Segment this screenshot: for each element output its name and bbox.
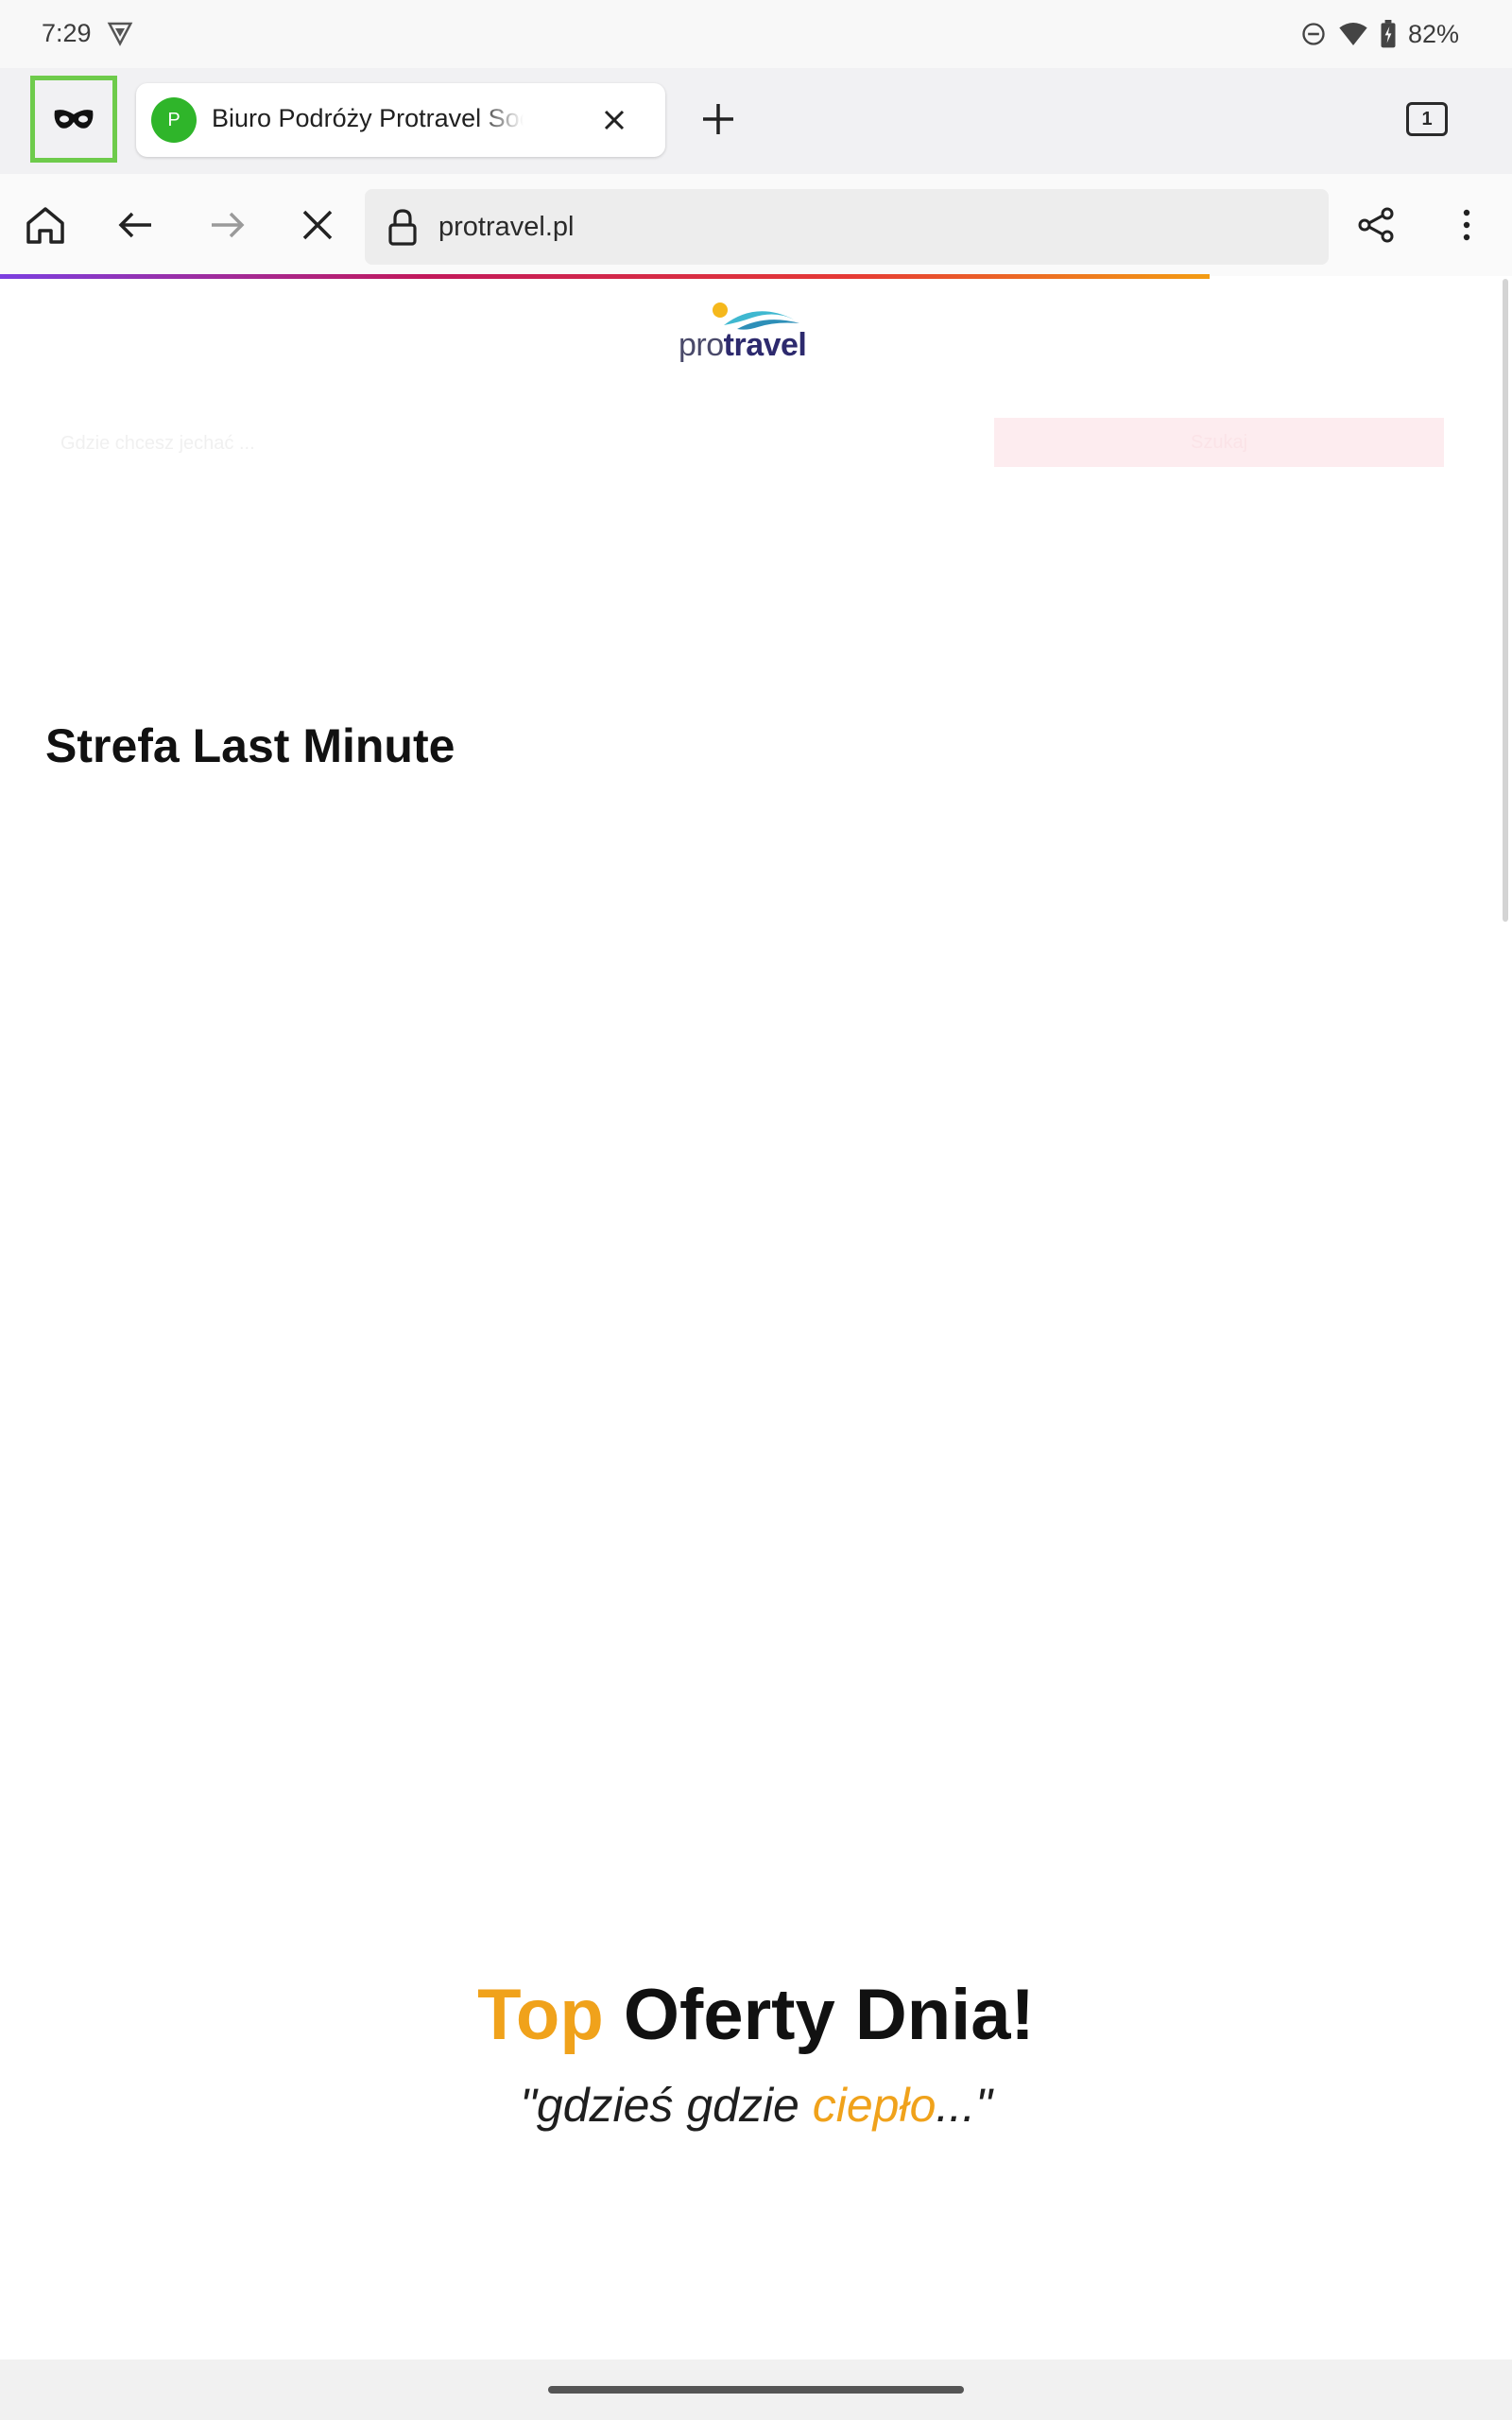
new-tab-icon[interactable] bbox=[696, 96, 741, 142]
top-offers-accent: Top bbox=[477, 1975, 604, 2055]
top-offers-subtitle: "gdzieś gdzie ciepło..." bbox=[0, 2078, 1512, 2133]
status-icons: 82% bbox=[1300, 17, 1459, 51]
logo-text-travel: travel bbox=[723, 327, 807, 363]
more-icon[interactable] bbox=[1444, 202, 1489, 248]
logo-text: protravel bbox=[679, 327, 807, 364]
close-tab-icon[interactable] bbox=[595, 101, 633, 139]
tab-switcher-button[interactable]: 1 bbox=[1406, 102, 1448, 136]
browser-tab-active[interactable]: P Biuro Podróży Protravel Sochaczew bbox=[136, 83, 665, 157]
search-field-loading[interactable]: Gdzie chcesz jechać ... bbox=[60, 433, 255, 455]
status-bar: 7:29 82% bbox=[0, 0, 1512, 68]
stop-icon[interactable] bbox=[295, 202, 340, 248]
page-scrollbar[interactable] bbox=[1503, 279, 1508, 922]
gesture-handle[interactable] bbox=[548, 2386, 964, 2394]
share-icon[interactable] bbox=[1353, 202, 1399, 248]
url-text: protravel.pl bbox=[438, 212, 575, 242]
logo-text-pro: pro bbox=[679, 327, 724, 363]
battery-percent: 82% bbox=[1407, 19, 1459, 48]
top-offers-title: Top Oferty Dnia! bbox=[0, 1974, 1512, 2056]
home-icon[interactable] bbox=[23, 202, 68, 248]
back-icon[interactable] bbox=[113, 202, 159, 248]
status-time: 7:29 bbox=[42, 19, 92, 47]
wifi-icon bbox=[1339, 23, 1367, 45]
forward-icon[interactable] bbox=[204, 202, 249, 248]
lock-icon[interactable] bbox=[382, 206, 423, 248]
top-offers-rest: Oferty Dnia! bbox=[603, 1975, 1035, 2055]
do-not-disturb-icon bbox=[1302, 23, 1325, 45]
incognito-mask-icon bbox=[54, 110, 94, 129]
search-button-loading[interactable]: Szukaj bbox=[994, 418, 1444, 467]
subtitle-start: "gdzieś gdzie bbox=[520, 2079, 813, 2132]
subtitle-accent: ciepło bbox=[812, 2079, 936, 2132]
battery-charging-icon bbox=[1381, 20, 1396, 48]
protravel-logo[interactable]: protravel bbox=[677, 293, 809, 369]
tab-title: Biuro Podróży Protravel Sochaczew bbox=[212, 104, 524, 132]
vpn-shield-icon bbox=[107, 22, 133, 46]
last-minute-heading: Strefa Last Minute bbox=[45, 719, 455, 772]
subtitle-end: ..." bbox=[936, 2079, 992, 2132]
url-bar[interactable]: protravel.pl bbox=[365, 189, 1329, 265]
tab-favicon: P bbox=[151, 97, 197, 143]
incognito-button[interactable] bbox=[30, 76, 117, 163]
